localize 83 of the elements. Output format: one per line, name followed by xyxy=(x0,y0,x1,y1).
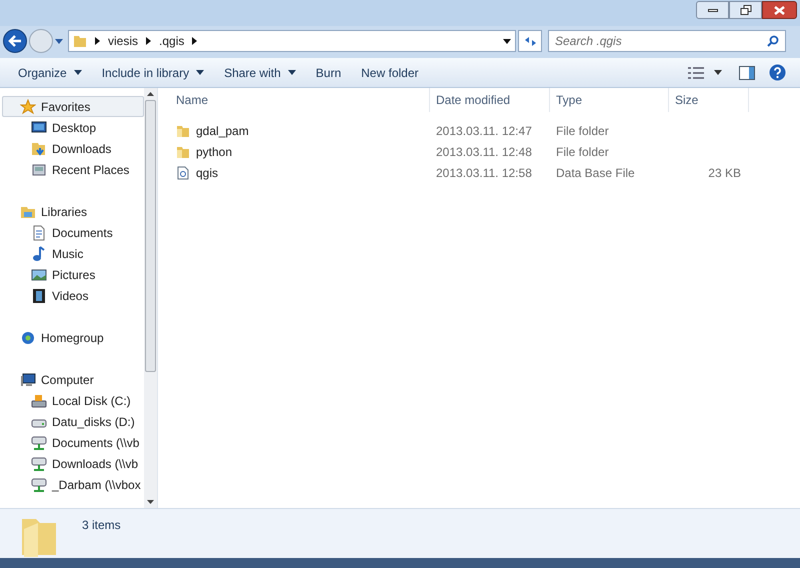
sidebar-item[interactable]: Documents (\\vb xyxy=(2,432,144,453)
disk-drive-icon xyxy=(31,392,47,408)
toolbar-button[interactable]: Include in library xyxy=(94,62,212,84)
sidebar-group[interactable]: Homegroup xyxy=(2,327,144,348)
restore-icon xyxy=(740,5,752,15)
scrollbar[interactable] xyxy=(144,88,157,508)
breadcrumb[interactable]: .qgis xyxy=(159,32,184,50)
column-header[interactable]: Date modified xyxy=(430,88,550,112)
view-options-button[interactable] xyxy=(685,66,725,78)
caret-icon xyxy=(503,38,511,44)
star-icon xyxy=(20,98,36,114)
search-field[interactable]: Search .qgis xyxy=(548,30,786,52)
sidebar-item[interactable]: _Darbam (\\vbox xyxy=(2,474,144,495)
breadcrumb[interactable]: viesis xyxy=(108,32,138,50)
network-drive-icon xyxy=(31,456,47,472)
size-cell: 23 KB xyxy=(708,166,741,180)
document-icon xyxy=(31,224,47,240)
refresh-button[interactable] xyxy=(518,30,542,52)
caret-icon xyxy=(196,70,204,75)
caret-icon xyxy=(74,70,82,75)
sidebar-item[interactable]: Documents xyxy=(2,222,144,243)
restore-button[interactable] xyxy=(729,1,762,19)
column-header[interactable]: Type xyxy=(550,88,669,112)
type-cell: Data Base File xyxy=(556,166,635,180)
sidebar-group[interactable]: Favorites xyxy=(2,96,144,117)
address-bar[interactable]: viesis .qgis xyxy=(68,30,516,52)
type-cell: File folder xyxy=(556,124,609,138)
chevron-icon xyxy=(95,37,100,45)
close-button[interactable] xyxy=(762,1,797,19)
folder-icon xyxy=(73,34,87,48)
preview-pane-icon[interactable] xyxy=(739,66,755,80)
sidebar-item[interactable]: Recent Places xyxy=(2,159,144,180)
list-view-icon xyxy=(688,66,704,78)
sidebar-item[interactable]: Pictures xyxy=(2,264,144,285)
date-cell: 2013.03.11. 12:58 xyxy=(436,166,532,180)
sidebar-item[interactable]: Datu_disks (D:) xyxy=(2,411,144,432)
back-arrow-icon xyxy=(8,35,22,47)
type-cell: File folder xyxy=(556,144,609,158)
minimize-button[interactable] xyxy=(696,1,729,19)
film-strip-icon xyxy=(31,288,47,304)
file-name[interactable]: python xyxy=(196,142,232,160)
toolbar-button[interactable]: Burn xyxy=(308,62,350,84)
column-header[interactable]: Size xyxy=(669,88,749,112)
column-header[interactable]: Name xyxy=(158,88,430,112)
help-icon[interactable] xyxy=(769,64,786,81)
sidebar-group[interactable]: Computer xyxy=(2,369,144,390)
caret-icon xyxy=(288,70,296,75)
music-note-icon xyxy=(31,246,47,262)
network-drive-icon xyxy=(31,476,47,492)
sidebar-group[interactable]: Libraries xyxy=(2,201,144,222)
sidebar-item[interactable]: Downloads xyxy=(2,138,144,159)
item-count: 3 items xyxy=(82,517,121,534)
folder-icon xyxy=(176,124,190,138)
date-cell: 2013.03.11. 12:48 xyxy=(436,144,532,158)
picture-icon xyxy=(31,266,47,282)
file-icon xyxy=(176,166,190,180)
sidebar-item[interactable]: Local Disk (C:) xyxy=(2,390,144,411)
sidebar-item[interactable]: Downloads (\\vb xyxy=(2,453,144,474)
sidebar-item[interactable]: Music xyxy=(2,243,144,264)
toolbar-button[interactable]: Organize xyxy=(10,62,90,84)
file-name[interactable]: gdal_pam xyxy=(196,122,249,140)
chevron-icon xyxy=(192,37,198,45)
network-drive-icon xyxy=(31,434,47,450)
monitor-icon xyxy=(31,120,47,136)
toolbar-button[interactable]: Share with xyxy=(216,62,304,84)
sidebar-item[interactable]: Videos xyxy=(2,285,144,306)
file-name[interactable]: qgis xyxy=(196,164,218,182)
search-icon xyxy=(767,35,779,47)
dropdown-caret-icon[interactable] xyxy=(55,38,63,44)
search-input: Search .qgis xyxy=(555,32,767,50)
back-button[interactable] xyxy=(3,29,27,53)
recent-places-icon xyxy=(31,162,47,178)
date-cell: 2013.03.11. 12:47 xyxy=(436,124,532,138)
chevron-icon xyxy=(146,37,152,45)
sidebar-item[interactable]: Desktop xyxy=(2,117,144,138)
close-icon xyxy=(774,6,785,14)
computer-icon xyxy=(20,372,36,388)
folder-icon xyxy=(176,144,190,158)
homegroup-icon xyxy=(20,330,36,346)
toolbar-button[interactable]: New folder xyxy=(353,62,426,84)
refresh-arrows-icon xyxy=(524,36,536,46)
folder-arrow-icon xyxy=(31,140,47,156)
caret-icon xyxy=(714,70,722,75)
